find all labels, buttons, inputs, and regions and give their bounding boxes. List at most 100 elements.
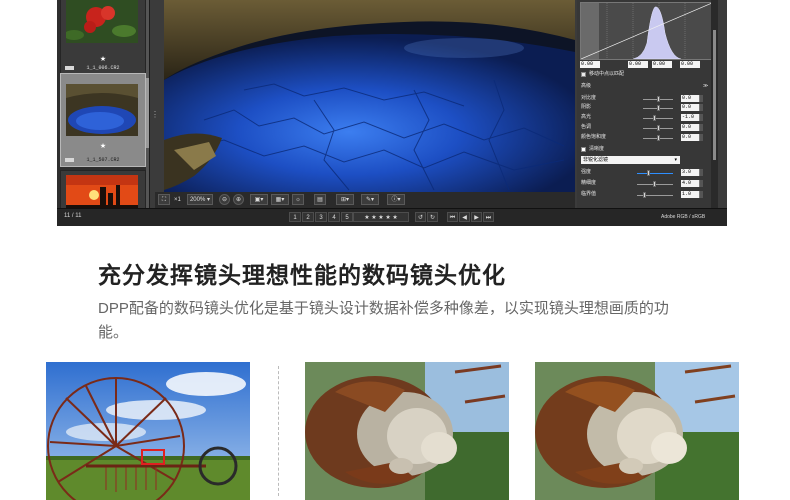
chevron-down-icon: ▾ xyxy=(674,157,677,163)
thumbnail-filmstrip: ★ 1_1_006.CR2 ★ 1_1_507.CR2 xyxy=(57,0,150,212)
slider-knob[interactable] xyxy=(653,115,656,121)
rating-button[interactable]: 5 xyxy=(341,212,353,222)
adjustment-label: 对比度 xyxy=(581,95,597,101)
spinner-button[interactable] xyxy=(699,95,703,102)
spinner-button[interactable] xyxy=(699,180,703,187)
spinner-button[interactable] xyxy=(699,104,703,111)
brush-tool-button[interactable]: ✎▾ xyxy=(361,194,379,205)
slider-knob[interactable] xyxy=(657,125,660,131)
sharpness-checkbox[interactable] xyxy=(581,147,586,152)
last-image-button[interactable]: ⏭ xyxy=(483,212,494,222)
section-advanced-title: 高级 xyxy=(581,83,592,89)
slider-knob[interactable] xyxy=(653,181,656,187)
sharpness-value[interactable]: 4.0 xyxy=(681,180,699,187)
link-checkbox[interactable] xyxy=(581,72,586,77)
adjustment-label: 色调 xyxy=(581,124,592,130)
rating-button[interactable]: 3 xyxy=(315,212,327,222)
zoom-out-icon: ⊖ xyxy=(221,197,228,203)
slider-track[interactable] xyxy=(637,173,673,174)
collapse-icon[interactable]: ≫ xyxy=(703,83,708,90)
viewer-toolbar: ⛶ ×1 200% ▾ ⊖ ⊕ ▣▾ ▦▾ ☼ ▤ ⊞▾ ✎▾ ⓘ▾ xyxy=(155,192,575,208)
closeup-after-photo xyxy=(535,362,739,500)
thumbnail-item[interactable]: ★ 1_1_006.CR2 xyxy=(60,0,146,74)
section-heading: 充分发挥镜头理想性能的数码镜头优化 xyxy=(98,262,506,288)
image-count: 11 / 11 xyxy=(64,213,82,219)
rating-button[interactable]: 2 xyxy=(302,212,314,222)
sharpness-checkbox-label: 清晰度 xyxy=(589,146,605,152)
rating-button[interactable]: 1 xyxy=(289,212,301,222)
thumbnail-filename: 1_1_507.CR2 xyxy=(86,157,120,163)
slider-knob[interactable] xyxy=(657,105,660,111)
curve-input-value[interactable]: 0.00 xyxy=(680,61,700,68)
curve-input-value[interactable]: 0.00 xyxy=(652,61,672,68)
prev-image-button[interactable]: ◀ xyxy=(459,212,470,222)
status-bar: 11 / 11 1 2 3 4 5 ★ ★ ★ ★ ★ ↺ ↻ ⏮ ◀ ▶ ⏭ … xyxy=(57,208,727,226)
adjustment-value[interactable]: 0.0 xyxy=(681,124,699,131)
adjustment-value[interactable]: 0.0 xyxy=(681,104,699,111)
spinner-button[interactable] xyxy=(699,191,703,198)
sharpness-mode-select[interactable]: 非锐化滤镜 ▾ xyxy=(581,156,680,164)
compare-button[interactable]: ▤ xyxy=(314,194,326,205)
palette-scrollbar-thumb[interactable] xyxy=(713,30,716,160)
slider-knob[interactable] xyxy=(657,96,660,102)
highlight-warning-button[interactable]: ☼ xyxy=(292,194,304,205)
zoom-factor[interactable]: ×1 xyxy=(174,194,181,206)
rating-star[interactable]: ★ xyxy=(61,55,145,63)
grid-button[interactable]: ▦▾ xyxy=(271,194,289,205)
rotate-right-button[interactable]: ↻ xyxy=(427,212,438,222)
rusty-hub-after-image xyxy=(535,362,739,500)
display-mode-button[interactable]: ⊞▾ xyxy=(336,194,354,205)
spinner-button[interactable] xyxy=(699,124,703,131)
curve-input-value[interactable]: 0.00 xyxy=(580,61,600,68)
sunset-thumbnail-image xyxy=(66,175,138,211)
hay-rake-photo xyxy=(46,362,250,500)
tone-curve-histogram[interactable] xyxy=(580,2,713,60)
zoom-out-button[interactable]: ⊖ xyxy=(219,194,230,205)
chevron-down-icon: ▾ xyxy=(205,197,211,203)
color-space-indicator: Adobe RGB / sRGB xyxy=(661,214,706,220)
adjustment-value[interactable]: 0.0 xyxy=(681,134,699,141)
sharpness-label: 临界值 xyxy=(581,191,597,197)
info-button[interactable]: ⓘ▾ xyxy=(387,194,405,205)
next-image-button[interactable]: ▶ xyxy=(471,212,482,222)
af-point-button[interactable]: ▣▾ xyxy=(250,194,268,205)
slider-knob[interactable] xyxy=(647,170,650,176)
rotate-left-button[interactable]: ↺ xyxy=(415,212,426,222)
fit-screen-button[interactable]: ⛶ xyxy=(158,194,170,205)
adjustment-value[interactable]: -1.0 xyxy=(681,114,699,121)
thumbnail-item-selected[interactable]: ★ 1_1_507.CR2 xyxy=(60,73,146,167)
cave-preview-image xyxy=(164,0,575,192)
slider-knob[interactable] xyxy=(657,135,660,141)
zoom-in-button[interactable]: ⊕ xyxy=(233,194,244,205)
dpp-app-window: ★ 1_1_006.CR2 ★ 1_1_507.CR2 ⋮ ⛶ ×1 200% … xyxy=(57,0,727,226)
star-rating-control[interactable]: ★ ★ ★ ★ ★ xyxy=(353,212,409,222)
rating-button[interactable]: 4 xyxy=(328,212,340,222)
curve-input-value[interactable]: 0.00 xyxy=(628,61,648,68)
image-viewer[interactable] xyxy=(164,0,575,192)
slider-track[interactable] xyxy=(643,118,673,119)
link-checkbox-label: 移动中点以匹配 xyxy=(589,71,625,77)
dashed-divider xyxy=(278,366,279,496)
adjustment-label: 阴影 xyxy=(581,104,592,110)
rating-star[interactable]: ★ xyxy=(61,142,145,150)
zoom-select[interactable]: 200% ▾ xyxy=(187,194,213,205)
histogram-chart xyxy=(580,2,713,60)
sharpness-value[interactable]: 1.0 xyxy=(681,191,699,198)
spinner-button[interactable] xyxy=(699,134,703,141)
slider-knob[interactable] xyxy=(643,192,646,198)
closeup-before-photo xyxy=(305,362,509,500)
first-image-button[interactable]: ⏮ xyxy=(447,212,458,222)
filmstrip-scrollbar-thumb[interactable] xyxy=(146,78,149,148)
tool-palette: 0.00 0.00 0.00 0.00 移动中点以匹配 高级 ≫ 对比度 0.0… xyxy=(577,0,715,208)
thumbnail-item[interactable] xyxy=(60,170,146,212)
rusty-hub-before-image xyxy=(305,362,509,500)
section-description: DPP配备的数码镜头优化是基于镜头设计数据补偿多种像差，以实现镜头理想画质的功能… xyxy=(98,300,669,341)
zoom-value: 200% xyxy=(189,197,206,203)
sharpness-value[interactable]: 3.0 xyxy=(681,169,699,176)
thumbnail-filename: 1_1_006.CR2 xyxy=(86,65,120,71)
spinner-button[interactable] xyxy=(699,169,703,176)
adjustment-value[interactable]: 0.0 xyxy=(681,95,699,102)
resize-handle-icon[interactable]: ⋮ xyxy=(151,110,159,122)
spinner-button[interactable] xyxy=(699,114,703,121)
cave-thumbnail-image xyxy=(66,84,138,136)
